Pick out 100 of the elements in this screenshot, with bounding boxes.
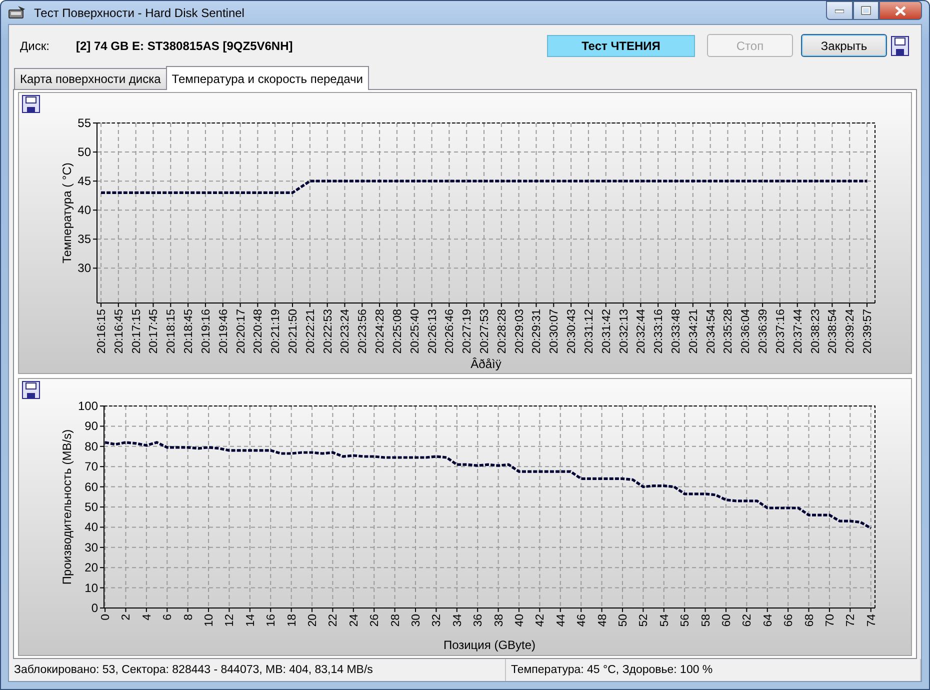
x-tick-label: 20:22:53 xyxy=(322,309,334,354)
x-tick-label: 20:19:16 xyxy=(200,309,212,354)
x-tick-label: 60 xyxy=(720,614,733,627)
x-tick-label: 20:20:48 xyxy=(252,309,265,354)
x-tick-label: 22 xyxy=(328,614,340,627)
x-tick-label: 20:25:08 xyxy=(392,309,404,354)
y-tick-label: 40 xyxy=(78,203,91,218)
x-tick-label: 38 xyxy=(493,614,506,627)
x-tick-label: 20:34:54 xyxy=(705,309,718,354)
close-icon xyxy=(895,6,906,16)
x-tick-label: 46 xyxy=(576,614,588,627)
x-tick-label: 20:38:54 xyxy=(827,309,840,354)
test-status: Тест ЧТЕНИЯ xyxy=(547,34,695,56)
close-dialog-button[interactable]: Закрыть xyxy=(801,34,887,57)
x-tick-label: 20:29:03 xyxy=(514,309,526,354)
x-tick-label: 10 xyxy=(204,614,216,627)
x-tick-label: 20:31:12 xyxy=(583,309,596,354)
x-tick-label: 20:33:48 xyxy=(670,309,682,354)
x-tick-label: 56 xyxy=(680,614,692,627)
save-icon[interactable] xyxy=(891,36,909,56)
y-tick-label: 50 xyxy=(78,145,91,160)
x-tick-label: 30 xyxy=(410,614,422,627)
x-tick-label: 20:30:07 xyxy=(548,309,561,354)
x-tick-label: 20:36:04 xyxy=(740,309,752,354)
window-title: Тест Поверхности - Hard Disk Sentinel xyxy=(34,4,244,22)
x-tick-label: 20:28:28 xyxy=(496,309,508,354)
x-tick-label: 20:17:45 xyxy=(148,309,160,354)
axis-title: Позиция (GByte) xyxy=(443,638,536,652)
x-tick-label: 20:26:13 xyxy=(426,309,439,354)
disk-label: Диск: xyxy=(20,38,50,54)
tab[interactable]: Карта поверхности диска xyxy=(14,68,167,89)
x-tick-label: 20:39:57 xyxy=(862,309,874,354)
y-tick-label: 20 xyxy=(84,560,98,575)
status-text: Заблокировано: 53, Сектора: 828443 - 844073, MB: 404, 83,14 MB/s xyxy=(9,659,506,681)
x-tick-label: 48 xyxy=(596,614,609,627)
disk-value: [2] 74 GB E: ST380815AS [9QZ5V6NH] xyxy=(76,38,293,54)
status-text: Температура: 45 °C, Здоровье: 100 % xyxy=(506,659,921,681)
x-tick-label: 20 xyxy=(307,614,320,627)
x-tick-label: 64 xyxy=(762,614,774,627)
y-tick-label: 10 xyxy=(84,580,98,595)
save-icon[interactable] xyxy=(22,381,40,399)
x-tick-label: 70 xyxy=(824,614,836,627)
x-tick-label: 20:16:45 xyxy=(113,309,126,354)
x-tick-label: 20:21:50 xyxy=(288,309,300,354)
x-tick-label: 2 xyxy=(120,614,133,620)
y-tick-label: 55 xyxy=(78,116,91,130)
y-tick-label: 45 xyxy=(78,174,91,188)
x-tick-label: 74 xyxy=(866,614,878,627)
x-tick-label: 20:23:56 xyxy=(357,309,370,354)
x-tick-label: 42 xyxy=(534,614,547,627)
x-tick-label: 20:25:40 xyxy=(409,309,422,354)
x-tick-label: 20:18:45 xyxy=(183,309,196,354)
x-tick-label: 20:35:28 xyxy=(722,309,735,354)
minimize-icon xyxy=(835,8,844,12)
x-tick-label: 20:29:31 xyxy=(531,309,544,354)
x-tick-label: 44 xyxy=(555,614,568,627)
x-tick-label: 50 xyxy=(617,614,630,627)
x-tick-label: 20:37:44 xyxy=(792,309,804,354)
x-tick-label: 20:37:16 xyxy=(774,309,787,354)
axis-title: Âðåìÿ xyxy=(470,357,502,371)
x-tick-label: 20:32:13 xyxy=(618,309,630,354)
x-tick-label: 8 xyxy=(182,614,195,620)
x-tick-label: 20:27:53 xyxy=(479,309,491,354)
y-tick-label: 40 xyxy=(84,520,98,534)
y-tick-label: 70 xyxy=(84,460,98,474)
x-tick-label: 20:32:44 xyxy=(636,309,648,354)
x-tick-label: 20:39:24 xyxy=(844,309,857,354)
y-tick-label: 50 xyxy=(84,500,98,514)
x-tick-label: 66 xyxy=(783,614,796,627)
x-tick-label: 20:24:28 xyxy=(374,309,387,354)
axis-title: Температура ( °C) xyxy=(60,162,74,264)
x-tick-label: 6 xyxy=(162,614,174,620)
tab[interactable]: Температура и скорость передачи xyxy=(166,66,369,90)
x-tick-label: 34 xyxy=(452,614,464,627)
x-tick-label: 58 xyxy=(700,614,712,627)
x-tick-label: 28 xyxy=(390,614,402,627)
x-tick-label: 18 xyxy=(286,614,298,627)
x-tick-label: 20:20:17 xyxy=(235,309,248,354)
maximize-button[interactable] xyxy=(853,1,879,20)
close-button[interactable] xyxy=(879,1,922,20)
x-tick-label: 54 xyxy=(658,614,671,627)
x-tick-label: 20:18:15 xyxy=(166,309,178,354)
maximize-icon xyxy=(861,6,871,15)
x-tick-label: 16 xyxy=(266,614,278,627)
x-tick-label: 20:31:42 xyxy=(600,309,613,354)
save-icon[interactable] xyxy=(22,95,40,113)
y-tick-label: 90 xyxy=(84,419,98,434)
x-tick-label: 20:22:21 xyxy=(304,309,317,354)
y-tick-label: 60 xyxy=(84,480,98,494)
x-tick-label: 40 xyxy=(514,614,526,627)
app-icon xyxy=(8,4,26,20)
x-tick-label: 14 xyxy=(244,614,257,627)
y-tick-label: 30 xyxy=(78,261,91,276)
minimize-button[interactable] xyxy=(826,1,853,20)
x-tick-label: 72 xyxy=(845,614,858,627)
x-tick-label: 20:23:24 xyxy=(340,309,352,354)
x-tick-label: 52 xyxy=(638,614,650,627)
x-tick-label: 20:26:46 xyxy=(444,309,456,354)
x-tick-label: 20:38:23 xyxy=(810,309,822,354)
x-tick-label: 20:16:15 xyxy=(96,309,108,354)
